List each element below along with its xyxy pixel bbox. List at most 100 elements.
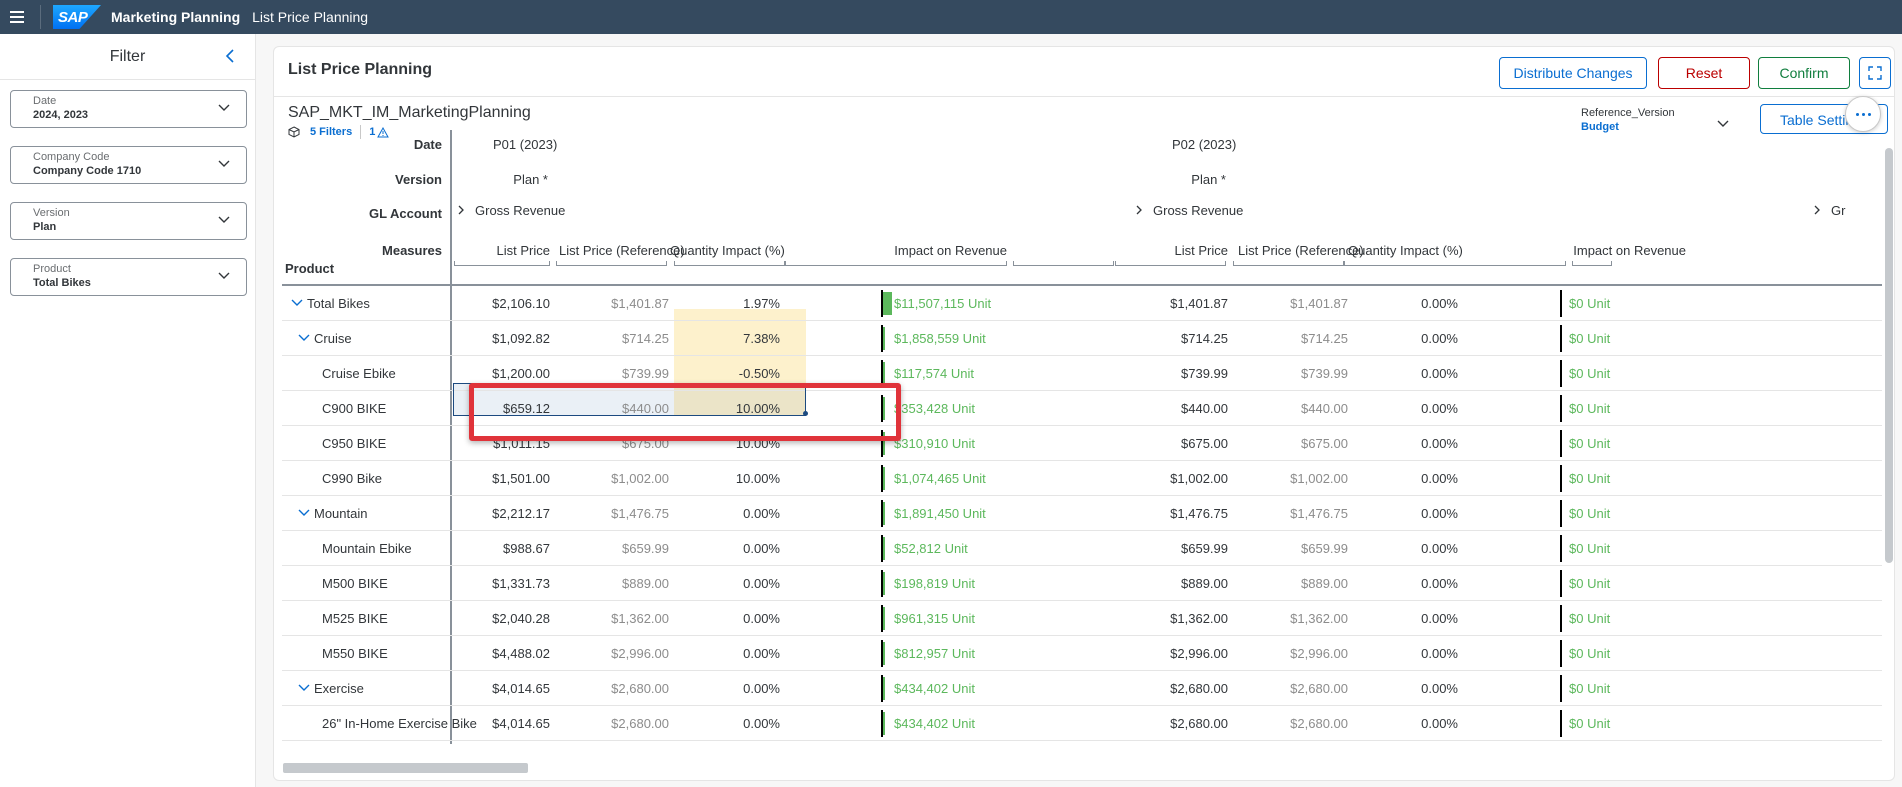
reference-price-cell: $1,362.00	[1290, 611, 1348, 626]
table-row[interactable]: Cruise $1,092.82 $714.25 7.38% $714.25 $714.2…	[282, 321, 1882, 356]
filter-company-code[interactable]: Company Code Company Code 1710	[10, 146, 247, 184]
quantity-impact-cell[interactable]: 1.97%	[680, 296, 780, 311]
quantity-impact-cell[interactable]: 0.00%	[680, 541, 780, 556]
list-price-cell[interactable]: $1,011.15	[450, 436, 550, 451]
quantity-impact-cell[interactable]: 0.00%	[1358, 331, 1458, 346]
reset-button[interactable]: Reset	[1658, 57, 1750, 89]
list-price-cell[interactable]: $659.99	[1128, 541, 1228, 556]
list-price-cell[interactable]: $4,488.02	[450, 646, 550, 661]
quantity-impact-cell[interactable]: 0.00%	[680, 576, 780, 591]
list-price-cell[interactable]: $4,014.65	[450, 716, 550, 731]
quantity-impact-cell[interactable]: 10.00%	[680, 471, 780, 486]
list-price-cell[interactable]: $1,092.82	[450, 331, 550, 346]
horizontal-scrollbar[interactable]	[283, 763, 528, 773]
quantity-impact-cell[interactable]: 0.00%	[1358, 716, 1458, 731]
list-price-cell[interactable]: $2,680.00	[1128, 681, 1228, 696]
quantity-impact-cell[interactable]: 7.38%	[680, 331, 780, 346]
reference-price-cell: $1,476.75	[611, 506, 669, 521]
quantity-impact-cell[interactable]: 0.00%	[1358, 401, 1458, 416]
list-price-cell[interactable]: $440.00	[1128, 401, 1228, 416]
impact-bar	[883, 502, 885, 525]
menu-icon[interactable]	[0, 0, 34, 34]
quantity-impact-cell[interactable]: 0.00%	[1358, 296, 1458, 311]
chevron-right-icon[interactable]	[457, 204, 465, 216]
quantity-impact-cell[interactable]: 0.00%	[1358, 366, 1458, 381]
table-row[interactable]: Mountain $2,212.17 $1,476.75 0.00% $1,476.75…	[282, 496, 1882, 531]
quantity-impact-cell[interactable]: 0.00%	[1358, 436, 1458, 451]
table-row[interactable]: 26" In-Home Exercise Bike $4,014.65 $2,680…	[282, 706, 1882, 741]
quantity-impact-cell[interactable]: 0.00%	[1358, 506, 1458, 521]
row-label-measures: Measures	[382, 243, 442, 258]
list-price-cell[interactable]: $1,331.73	[450, 576, 550, 591]
list-price-cell[interactable]: $1,476.75	[1128, 506, 1228, 521]
impact-axis	[1560, 360, 1562, 387]
distribute-changes-button[interactable]: Distribute Changes	[1499, 57, 1647, 89]
filter-version[interactable]: Version Plan	[10, 202, 247, 240]
list-price-cell[interactable]: $739.99	[1128, 366, 1228, 381]
quantity-impact-cell[interactable]: 0.00%	[1358, 611, 1458, 626]
quantity-impact-cell[interactable]: 0.00%	[680, 506, 780, 521]
quantity-impact-cell[interactable]: 10.00%	[680, 436, 780, 451]
table-row[interactable]: M525 BIKE $2,040.28 $1,362.00 0.00% $1,362.0…	[282, 601, 1882, 636]
quantity-impact-cell[interactable]: 0.00%	[1358, 541, 1458, 556]
list-price-cell[interactable]: $2,212.17	[450, 506, 550, 521]
list-price-cell[interactable]: $1,200.00	[450, 366, 550, 381]
selection-handle[interactable]	[803, 411, 808, 416]
table-row[interactable]: C990 Bike $1,501.00 $1,002.00 10.00% $1,002.…	[282, 461, 1882, 496]
list-price-cell[interactable]: $714.25	[1128, 331, 1228, 346]
header-row-date: Date P01 (2023) P02 (2023)	[282, 137, 1882, 157]
quantity-impact-cell[interactable]: 0.00%	[1358, 646, 1458, 661]
list-price-cell[interactable]: $1,401.87	[1128, 296, 1228, 311]
header-row-measures: Measures List Price List Price (Reference…	[282, 243, 1882, 266]
filter-product[interactable]: Product Total Bikes	[10, 258, 247, 296]
list-price-cell[interactable]: $988.67	[450, 541, 550, 556]
impact-bar	[883, 677, 885, 700]
header-row-gl-account: GL Account Gross Revenue Gross Revenue G…	[282, 203, 1882, 223]
list-price-cell[interactable]: $889.00	[1128, 576, 1228, 591]
table-row[interactable]: M550 BIKE $4,488.02 $2,996.00 0.00% $2,996.0…	[282, 636, 1882, 671]
list-price-cell[interactable]: $1,362.00	[1128, 611, 1228, 626]
impact-bar	[883, 397, 885, 420]
quantity-impact-cell[interactable]: 0.00%	[1358, 681, 1458, 696]
quantity-impact-cell[interactable]: 0.00%	[1358, 576, 1458, 591]
impact-bar	[883, 327, 885, 350]
header-row-product: Product	[282, 261, 1882, 281]
list-price-cell[interactable]: $1,002.00	[1128, 471, 1228, 486]
quantity-impact-cell[interactable]: 0.00%	[1358, 471, 1458, 486]
reference-price-cell: $1,002.00	[611, 471, 669, 486]
table-row[interactable]: Exercise $4,014.65 $2,680.00 0.00% $2,680.00…	[282, 671, 1882, 706]
quantity-impact-cell[interactable]: 0.00%	[680, 611, 780, 626]
quantity-impact-cell[interactable]: 0.00%	[680, 646, 780, 661]
filter-date-label: Date	[33, 95, 57, 107]
chevron-down-icon[interactable]	[298, 508, 310, 518]
fullscreen-button[interactable]	[1859, 57, 1891, 89]
chevron-right-icon[interactable]	[1813, 204, 1821, 216]
chevron-down-icon[interactable]	[298, 333, 310, 343]
chevron-down-icon[interactable]	[298, 683, 310, 693]
list-price-cell[interactable]: $2,680.00	[1128, 716, 1228, 731]
chevron-down-icon[interactable]	[291, 298, 303, 308]
list-price-cell[interactable]: $1,501.00	[450, 471, 550, 486]
quantity-impact-cell[interactable]: 0.00%	[680, 716, 780, 731]
list-price-cell[interactable]: $2,106.10	[450, 296, 550, 311]
list-price-cell[interactable]: $4,014.65	[450, 681, 550, 696]
quantity-impact-cell[interactable]: -0.50%	[680, 366, 780, 381]
chevron-left-icon[interactable]	[223, 48, 237, 64]
filter-date[interactable]: Date 2024, 2023	[10, 90, 247, 128]
chevron-right-icon[interactable]	[1135, 204, 1143, 216]
more-actions-button[interactable]	[1845, 96, 1881, 132]
list-price-cell[interactable]: $2,040.28	[450, 611, 550, 626]
card-divider	[274, 96, 1894, 97]
confirm-button[interactable]: Confirm	[1758, 57, 1850, 89]
vertical-scrollbar[interactable]	[1885, 148, 1893, 563]
list-price-cell[interactable]: $2,996.00	[1128, 646, 1228, 661]
list-price-cell[interactable]: $675.00	[1128, 436, 1228, 451]
table-row[interactable]: Total Bikes $2,106.10 $1,401.87 1.97% $1,401…	[282, 286, 1882, 321]
table-row[interactable]: C950 BIKE $1,011.15 $675.00 10.00% $675.00 $6…	[282, 426, 1882, 461]
table-row[interactable]: M500 BIKE $1,331.73 $889.00 0.00% $889.00 $88…	[282, 566, 1882, 601]
impact-axis	[1560, 500, 1562, 527]
impact-axis	[1560, 570, 1562, 597]
quantity-impact-cell[interactable]: 0.00%	[680, 681, 780, 696]
table-row[interactable]: Mountain Ebike $988.67 $659.99 0.00% $659.99…	[282, 531, 1882, 566]
measure-header: Impact on Revenue	[894, 243, 1007, 258]
